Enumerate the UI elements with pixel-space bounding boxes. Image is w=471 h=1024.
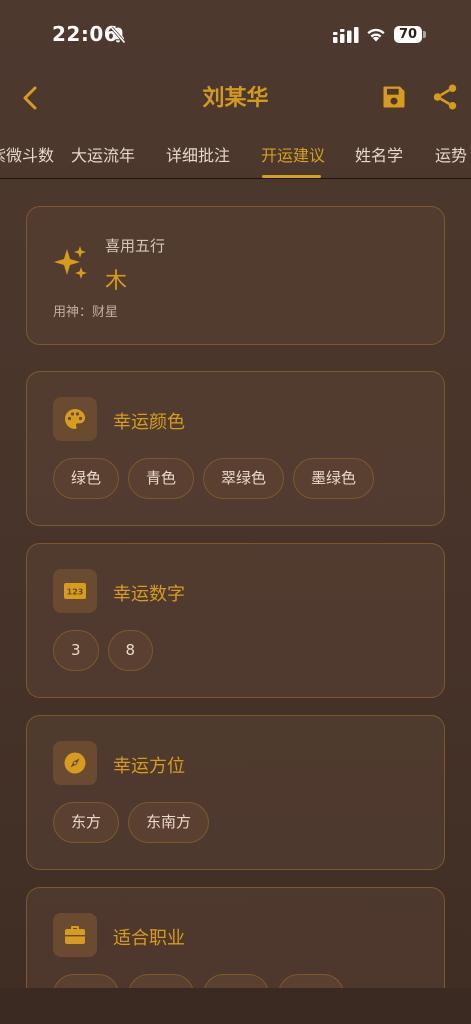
status-time: 22:06 [52,22,119,46]
status-bar: 22:06 70 [0,0,471,70]
battery-indicator: 70 [394,26,426,43]
chip: 3 [53,630,99,671]
xiyong-card: 喜用五行 木 用神：财星 [26,206,445,345]
chip: 东南方 [128,802,210,843]
tab-ziwei[interactable]: 紫微斗数 [0,142,54,166]
save-icon[interactable] [380,82,408,112]
briefcase-icon [65,926,85,944]
xiyong-value: 木 [105,269,128,294]
sparkles-icon [54,246,87,279]
chip: 翠绿色 [203,458,285,499]
tab-kaiyun[interactable]: 开运建议 [261,142,325,166]
lucky-color-icon-box [53,397,97,441]
lucky-color-chips: 绿色 青色 翠绿色 墨绿色 [53,458,383,500]
battery-level: 70 [394,26,422,43]
bell-off-icon [110,26,126,44]
lucky-direction-chips: 东方 东南方 [53,802,218,844]
tab-indicator [262,175,321,178]
lucky-direction-icon-box [53,741,97,785]
share-icon[interactable] [430,82,460,112]
tab-dayun[interactable]: 大运流年 [71,142,135,166]
lucky-direction-card: 幸运方位 东方 东南方 [26,715,445,870]
back-arrow-icon[interactable] [16,82,48,114]
lucky-number-card: 123 幸运数字 38 [26,543,445,698]
lucky-color-title: 幸运颜色 [113,412,185,433]
chip: 绿色 [53,458,120,499]
lucky-color-card: 幸运颜色 绿色 青色 翠绿色 墨绿色 [26,371,445,526]
chip: 8 [107,630,154,671]
screen: 22:06 70 刘某华 微斗数 大运流年 详细批注 开运建议 姓名学 运势 喜… [0,0,471,1024]
tab-xingming[interactable]: 姓名学 [355,142,403,166]
xiyong-label: 喜用五行 [105,237,166,255]
lucky-number-title: 幸运数字 [113,584,185,605]
chip: 青色 [128,458,195,499]
compass-icon [64,752,86,774]
svg-text:123: 123 [67,588,84,597]
tab-detail[interactable]: 详细批注 [166,142,230,166]
lucky-direction-title: 幸运方位 [113,756,185,777]
cellular-signal-icon [333,27,359,43]
chip: 东方 [53,802,120,843]
bottom-area [0,988,471,1024]
lucky-number-icon-box: 123 [53,569,97,613]
career-title: 适合职业 [113,928,185,949]
tab-yunshi[interactable]: 运势 [435,142,467,166]
numbers-123-icon: 123 [64,583,86,599]
app-bar: 刘某华 [0,70,471,126]
career-icon-box [53,913,97,957]
palette-icon [65,409,86,429]
wifi-icon [367,28,385,42]
chip: 墨绿色 [293,458,375,499]
battery-cap [423,31,426,38]
lucky-number-chips: 38 [53,630,162,672]
yongshen-text: 用神：财星 [53,305,119,320]
tab-bar: 紫微斗数 大运流年 详细批注 开运建议 姓名学 运势 [0,126,471,179]
